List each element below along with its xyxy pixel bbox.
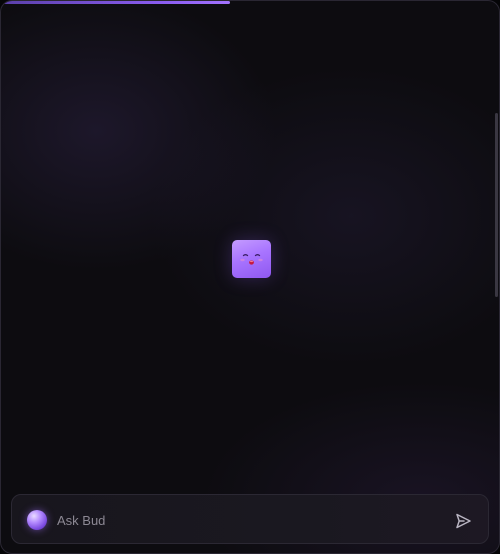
loading-progress-bar — [1, 1, 499, 4]
chat-window — [0, 0, 500, 554]
purple-orb-icon — [27, 510, 47, 530]
chat-composer — [11, 494, 489, 544]
cute-face-mascot-icon — [232, 240, 271, 278]
ask-input[interactable] — [57, 507, 427, 533]
loading-progress-fill — [1, 1, 231, 4]
scrollbar-thumb[interactable] — [495, 113, 498, 297]
send-arrow-icon — [456, 513, 471, 529]
send-button[interactable] — [452, 510, 474, 532]
